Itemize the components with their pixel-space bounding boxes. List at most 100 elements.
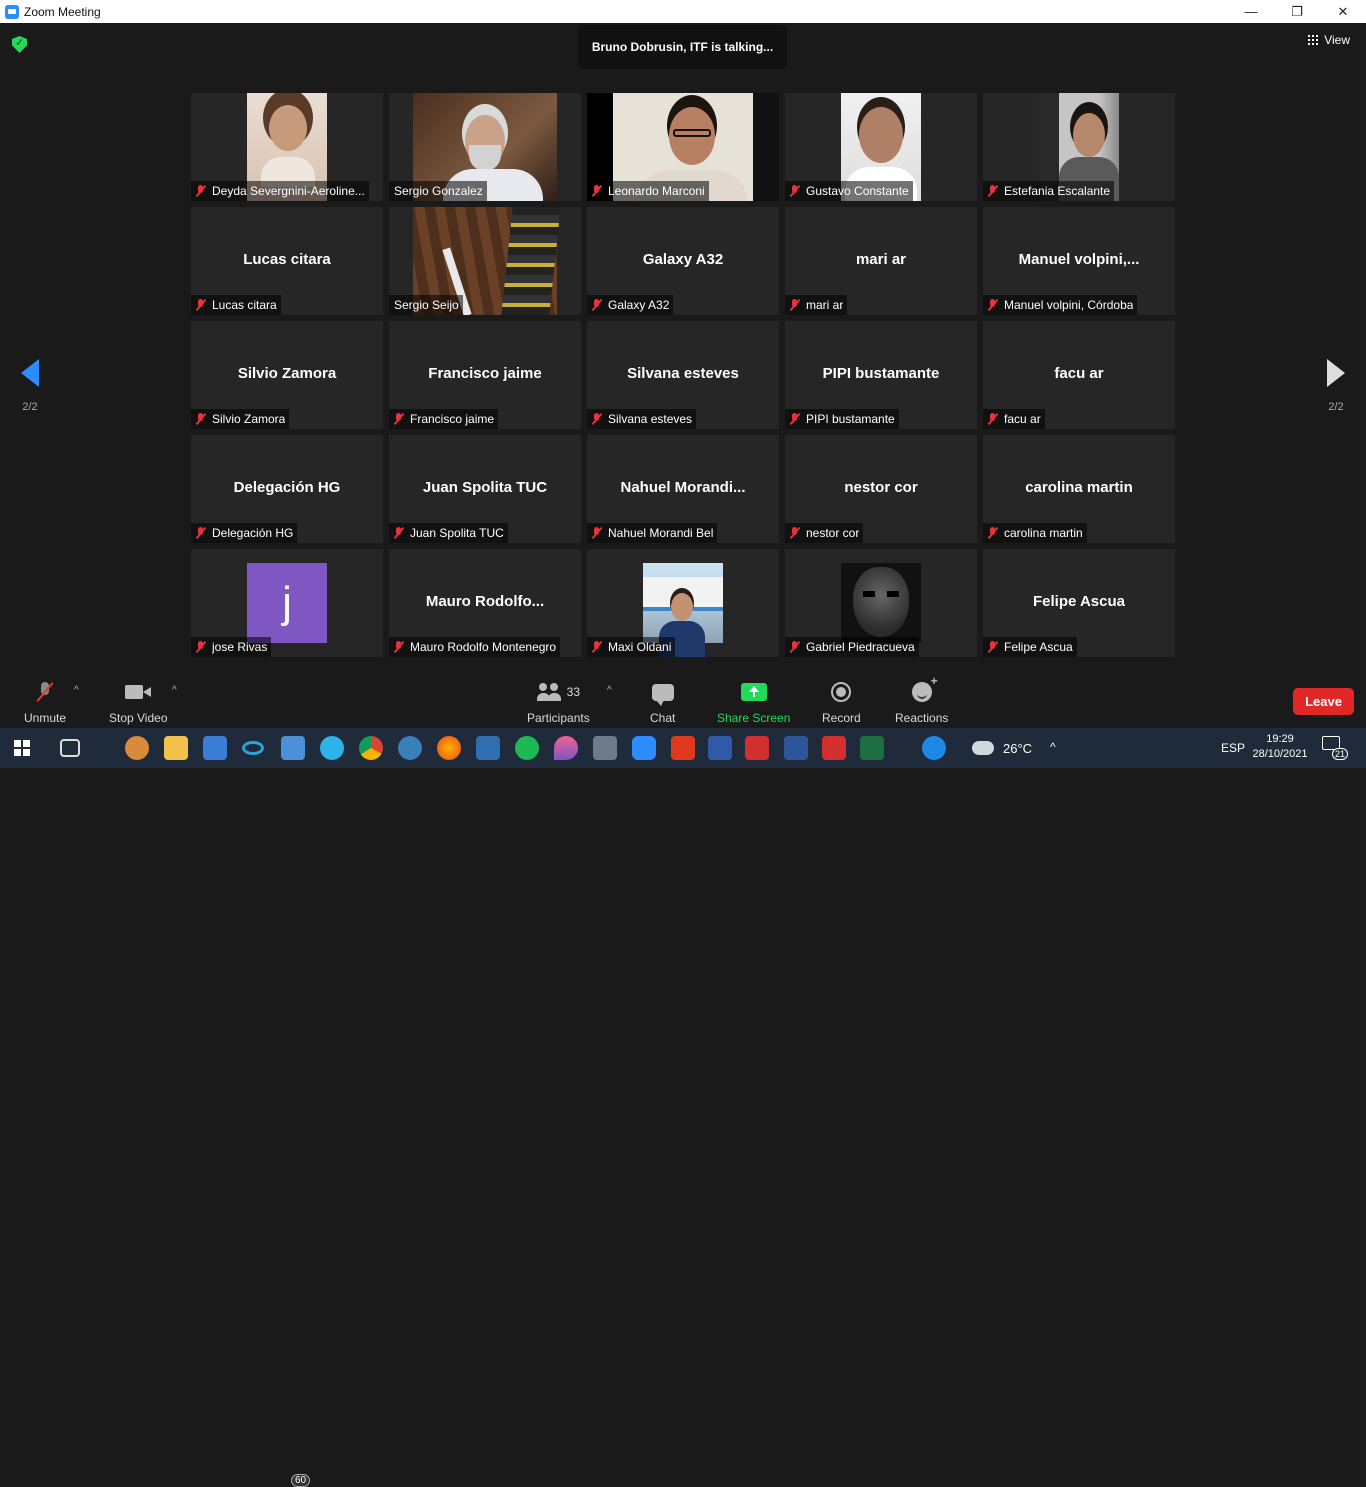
chrome-icon[interactable] bbox=[359, 736, 383, 760]
page-indicator-left: 2/2 bbox=[22, 401, 38, 413]
participant-tile[interactable]: Francisco jaime Francisco jaime bbox=[389, 321, 581, 429]
participant-tile[interactable]: Gabriel Piedracueva bbox=[785, 549, 977, 657]
participant-tile[interactable]: Silvana esteves Silvana esteves bbox=[587, 321, 779, 429]
paint-icon[interactable] bbox=[125, 736, 149, 760]
mic-muted-icon bbox=[790, 641, 800, 653]
close-button[interactable]: ✕ bbox=[1320, 0, 1366, 23]
mic-muted-icon bbox=[790, 185, 800, 197]
mic-muted-icon bbox=[394, 527, 404, 539]
chat-button[interactable]: Chat bbox=[650, 679, 675, 725]
stop-video-button[interactable]: Stop Video bbox=[109, 679, 168, 725]
calculator-icon[interactable] bbox=[593, 736, 617, 760]
record-icon bbox=[831, 682, 852, 702]
language-indicator[interactable]: ESP bbox=[1221, 741, 1245, 755]
participants-options-chevron-icon[interactable]: ^ bbox=[607, 685, 612, 696]
participant-name-tag: Juan Spolita TUC bbox=[389, 523, 508, 543]
participant-tile[interactable]: PIPI bustamante PIPI bustamante bbox=[785, 321, 977, 429]
participant-tile[interactable]: Deyda Severgnini-Aeroline... bbox=[191, 93, 383, 201]
store-icon[interactable] bbox=[203, 736, 227, 760]
edge-icon[interactable] bbox=[320, 736, 344, 760]
notifications-button[interactable]: 21 bbox=[1322, 736, 1348, 760]
participant-tile[interactable]: Felipe Ascua Felipe Ascua bbox=[983, 549, 1175, 657]
clock[interactable]: 19:29 28/10/2021 bbox=[1252, 732, 1308, 762]
participant-tile[interactable]: Manuel volpini,... Manuel volpini, Córdo… bbox=[983, 207, 1175, 315]
mic-muted-icon bbox=[790, 299, 800, 311]
participant-tile[interactable]: Leonardo Marconi bbox=[587, 93, 779, 201]
participant-name-tag: Nahuel Morandi Bel bbox=[587, 523, 718, 543]
pdf-icon[interactable] bbox=[822, 736, 846, 760]
participant-name-tag: Galaxy A32 bbox=[587, 295, 674, 315]
weather-temperature[interactable]: 26°C bbox=[1003, 741, 1032, 756]
participant-tile[interactable]: Mauro Rodolfo... Mauro Rodolfo Montenegr… bbox=[389, 549, 581, 657]
participants-icon bbox=[536, 683, 561, 701]
maximize-button[interactable]: ❐ bbox=[1274, 0, 1320, 23]
mic-muted-icon bbox=[196, 185, 206, 197]
app-icon[interactable] bbox=[554, 736, 578, 760]
tray-chevron-icon[interactable]: ^ bbox=[1050, 740, 1056, 754]
record-button[interactable]: Record bbox=[822, 679, 861, 725]
audio-options-chevron-icon[interactable]: ^ bbox=[74, 685, 79, 696]
app-icon[interactable] bbox=[476, 736, 500, 760]
clock-time: 19:29 bbox=[1266, 733, 1294, 745]
participant-tile[interactable]: Gustavo Constante bbox=[785, 93, 977, 201]
firefox-icon[interactable] bbox=[437, 736, 461, 760]
participant-display-name: carolina martin bbox=[1025, 479, 1133, 496]
zoom-taskbar-icon[interactable] bbox=[632, 736, 656, 760]
participant-tile[interactable]: Nahuel Morandi... Nahuel Morandi Bel bbox=[587, 435, 779, 543]
start-button[interactable] bbox=[14, 740, 30, 756]
participant-video bbox=[643, 563, 723, 657]
participant-tile[interactable]: Delegación HG Delegación HG bbox=[191, 435, 383, 543]
participant-tile[interactable]: Galaxy A32 Galaxy A32 bbox=[587, 207, 779, 315]
arduino-icon[interactable] bbox=[242, 741, 264, 755]
talking-banner: Bruno Dobrusin, ITF is talking... bbox=[578, 25, 787, 69]
mic-muted-icon bbox=[988, 641, 998, 653]
unmute-label: Unmute bbox=[24, 711, 67, 725]
view-button[interactable]: View bbox=[1308, 33, 1350, 47]
participant-display-name: Silvana esteves bbox=[627, 365, 739, 382]
participants-button[interactable]: 33 Participants bbox=[527, 679, 590, 725]
pdf-icon[interactable] bbox=[745, 736, 769, 760]
help-icon[interactable] bbox=[922, 736, 946, 760]
word-icon[interactable] bbox=[784, 736, 808, 760]
participant-display-name: Francisco jaime bbox=[428, 365, 542, 382]
participant-tile[interactable]: Silvio Zamora Silvio Zamora bbox=[191, 321, 383, 429]
reactions-button[interactable]: Reactions bbox=[895, 674, 948, 725]
unmute-button[interactable]: Unmute bbox=[24, 679, 66, 725]
spotify-icon[interactable] bbox=[515, 736, 539, 760]
next-page-button[interactable]: 2/2 bbox=[1316, 359, 1356, 413]
participant-tile[interactable]: Sergio Gonzalez bbox=[389, 93, 581, 201]
office-icon[interactable] bbox=[671, 736, 695, 760]
participant-tile[interactable]: nestor cor nestor cor bbox=[785, 435, 977, 543]
file-explorer-icon[interactable] bbox=[164, 736, 188, 760]
excel-icon[interactable] bbox=[860, 736, 884, 760]
minimize-button[interactable]: — bbox=[1228, 0, 1274, 23]
share-screen-button[interactable]: Share Screen bbox=[717, 679, 790, 725]
mail-icon[interactable] bbox=[281, 736, 305, 760]
app-icon[interactable] bbox=[708, 736, 732, 760]
participant-tile[interactable]: facu ar facu ar bbox=[983, 321, 1175, 429]
mic-muted-icon bbox=[196, 641, 206, 653]
participant-display-name: Mauro Rodolfo... bbox=[425, 593, 545, 610]
task-view-icon[interactable] bbox=[60, 739, 80, 757]
participant-tile[interactable]: Lucas citara Lucas citara bbox=[191, 207, 383, 315]
video-options-chevron-icon[interactable]: ^ bbox=[172, 685, 177, 696]
weather-icon[interactable] bbox=[972, 741, 994, 755]
participant-display-name: PIPI bustamante bbox=[822, 365, 940, 382]
leave-button[interactable]: Leave bbox=[1293, 688, 1354, 715]
participant-display-name: Lucas citara bbox=[243, 251, 331, 268]
participant-tile[interactable]: Sergio Seijo bbox=[389, 207, 581, 315]
participant-tile[interactable]: Estefania Escalante bbox=[983, 93, 1175, 201]
participant-tile[interactable]: carolina martin carolina martin bbox=[983, 435, 1175, 543]
mic-muted-icon bbox=[196, 527, 206, 539]
security-shield-icon[interactable] bbox=[12, 36, 27, 53]
app-icon[interactable] bbox=[398, 736, 422, 760]
previous-page-button[interactable]: 2/2 bbox=[10, 359, 50, 413]
participant-display-name: Juan Spolita TUC bbox=[422, 479, 548, 496]
mic-muted-icon bbox=[592, 641, 602, 653]
participant-video bbox=[841, 563, 921, 643]
participant-tile[interactable]: j jose Rivas bbox=[191, 549, 383, 657]
participant-tile[interactable]: mari ar mari ar bbox=[785, 207, 977, 315]
participant-name-tag: Sergio Seijo bbox=[389, 295, 463, 315]
participant-tile[interactable]: Juan Spolita TUC Juan Spolita TUC bbox=[389, 435, 581, 543]
participant-tile[interactable]: Maxi Oldani bbox=[587, 549, 779, 657]
